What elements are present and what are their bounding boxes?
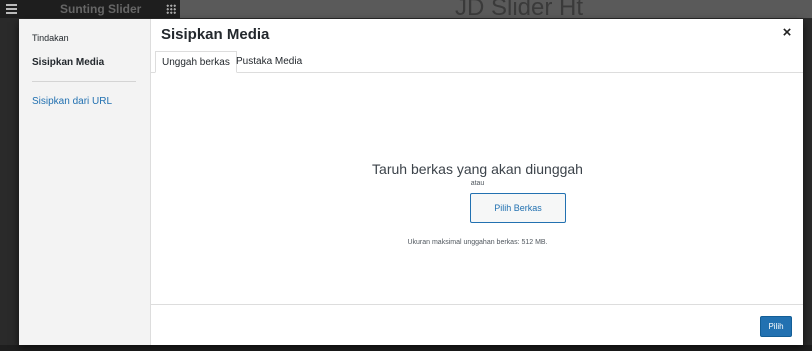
sidebar-divider (32, 81, 136, 82)
insert-media-modal: Tindakan Sisipkan Media Sisipkan dari UR… (19, 19, 803, 345)
background-preview: JD Slider Ht f (180, 0, 812, 21)
tab-media-library[interactable]: Pustaka Media (230, 51, 308, 73)
drop-title: Taruh berkas yang akan diunggah (372, 161, 583, 177)
close-icon[interactable]: × (779, 25, 795, 41)
select-button[interactable]: Pilih (760, 316, 792, 337)
sidebar-item-insert-from-url[interactable]: Sisipkan dari URL (32, 96, 112, 107)
menu-icon (6, 4, 17, 14)
background-brand: Sunting Slider (60, 2, 142, 16)
modal-sidebar: Tindakan Sisipkan Media Sisipkan dari UR… (19, 19, 151, 345)
background-bottom-bar (0, 345, 812, 351)
modal-toolbar: Pilih (151, 304, 803, 345)
max-upload-size: Ukuran maksimal unggahan berkas: 512 MB. (407, 239, 548, 246)
sidebar-item-insert-media[interactable]: Sisipkan Media (32, 57, 104, 68)
upload-dropzone[interactable]: Taruh berkas yang akan diunggah atau Pil… (152, 73, 803, 304)
modal-title: Sisipkan Media (161, 26, 270, 43)
sidebar-heading: Tindakan (32, 33, 69, 43)
grid-icon (166, 4, 176, 14)
select-files-button[interactable]: Pilih Berkas (470, 193, 566, 223)
background-admin-bar: Sunting Slider JD Slider Ht f (0, 0, 812, 21)
drop-or-text: atau (470, 180, 485, 187)
tab-upload-files[interactable]: Unggah berkas (155, 51, 237, 73)
